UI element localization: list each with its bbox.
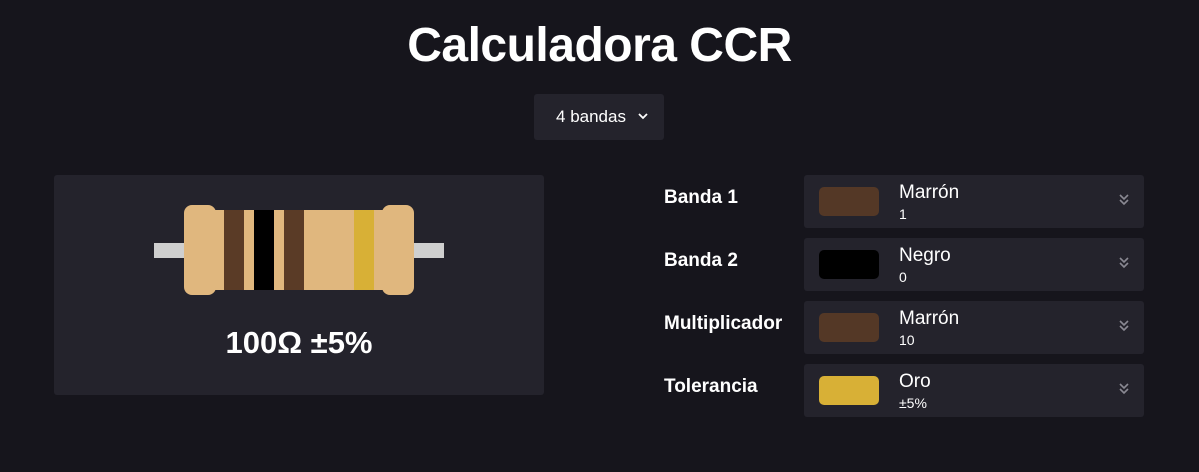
- chevron-down-icon: [638, 109, 648, 123]
- resistor-stripe-2: [254, 210, 274, 290]
- multiplier-label: Multiplicador: [664, 313, 783, 334]
- resistance-result: 100Ω ±5%: [225, 325, 373, 360]
- band-2-label: Banda 2: [664, 250, 738, 271]
- multiplier-swatch: [819, 313, 879, 342]
- band-1-select[interactable]: Marrón 1: [804, 175, 1144, 228]
- resistor-preview-card: 100Ω ±5%: [54, 175, 544, 395]
- multiplier-color-name: Marrón: [899, 308, 960, 329]
- band-2-color-name: Negro: [899, 245, 951, 266]
- band-1-value: 1: [899, 206, 907, 222]
- band-1-label: Banda 1: [664, 187, 738, 208]
- tolerance-label: Tolerancia: [664, 376, 758, 397]
- resistor-stripe-1: [224, 210, 244, 290]
- resistor-stripe-4: [354, 210, 374, 290]
- band-2-swatch: [819, 250, 879, 279]
- band-2-select[interactable]: Negro 0: [804, 238, 1144, 291]
- tolerance-value: ±5%: [899, 395, 927, 411]
- band-count-value: 4 bandas: [556, 107, 626, 126]
- multiplier-select[interactable]: Marrón 10: [804, 301, 1144, 354]
- band-1-swatch: [819, 187, 879, 216]
- page-title: Calculadora CCR: [407, 19, 792, 72]
- tolerance-color-name: Oro: [899, 371, 931, 392]
- double-chevron-down-icon: [1118, 193, 1130, 207]
- band-1-color-name: Marrón: [899, 182, 960, 203]
- tolerance-select[interactable]: Oro ±5%: [804, 364, 1144, 417]
- double-chevron-down-icon: [1118, 319, 1130, 333]
- tolerance-swatch: [819, 376, 879, 405]
- resistor-stripe-3: [284, 210, 304, 290]
- double-chevron-down-icon: [1118, 256, 1130, 270]
- band-count-select[interactable]: 4 bandas: [534, 94, 664, 140]
- multiplier-value: 10: [899, 332, 915, 348]
- double-chevron-down-icon: [1118, 382, 1130, 396]
- band-2-value: 0: [899, 269, 907, 285]
